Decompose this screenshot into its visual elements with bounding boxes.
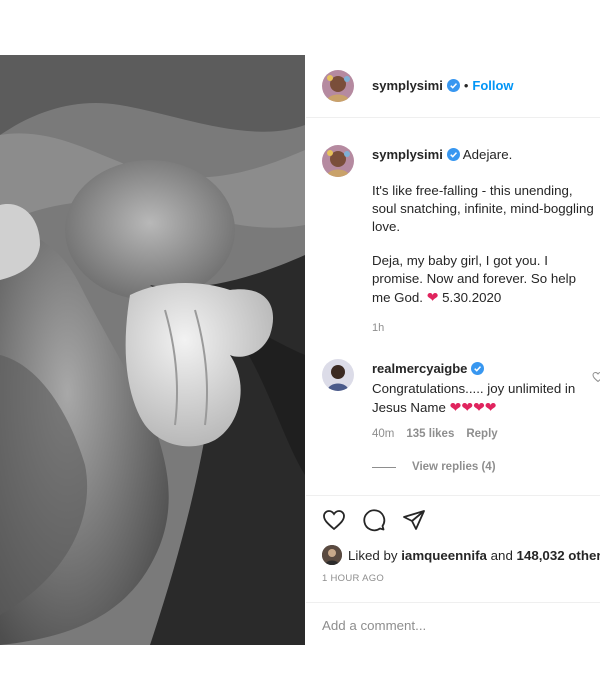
follow-button[interactable]: Follow bbox=[472, 78, 513, 93]
share-icon[interactable] bbox=[402, 508, 426, 537]
verified-badge-icon bbox=[471, 362, 485, 380]
caption-date: 5.30.2020 bbox=[442, 290, 502, 305]
view-replies[interactable]: View replies (4) bbox=[372, 461, 496, 473]
liker-avatar[interactable] bbox=[322, 545, 342, 565]
comment-meta: 40m 135 likes Reply bbox=[372, 428, 510, 440]
caption-paragraph-2: Deja, my baby girl, I got you. I promise… bbox=[372, 252, 596, 307]
red-heart-emoji: ❤ bbox=[426, 289, 439, 305]
comment-likes[interactable]: 135 likes bbox=[406, 428, 454, 440]
verified-badge-icon bbox=[446, 79, 460, 97]
caption-author-username[interactable]: symplysimi bbox=[372, 147, 443, 162]
reply-button[interactable]: Reply bbox=[466, 428, 497, 440]
caption: symplysimi Adejare. It's like free-falli… bbox=[372, 146, 596, 307]
comment-time[interactable]: 40m bbox=[372, 428, 394, 440]
commenter-avatar[interactable] bbox=[322, 359, 354, 391]
verified-badge-icon bbox=[446, 148, 460, 166]
post-actions: Liked by iamqueennifa and 148,032 others… bbox=[306, 495, 600, 645]
caption-title: Adejare. bbox=[462, 147, 513, 162]
replies-line bbox=[372, 466, 396, 468]
caption-paragraph-1: It's like free-falling - this unending, … bbox=[372, 183, 594, 234]
author-avatar[interactable] bbox=[322, 70, 354, 102]
liked-by: Liked by iamqueennifa and 148,032 others bbox=[322, 545, 600, 565]
liked-by-conj: and bbox=[490, 547, 513, 563]
comment: realmercyaigbe Congratulations..... joy … bbox=[372, 360, 582, 417]
add-comment-input[interactable] bbox=[322, 614, 572, 636]
add-comment-bar bbox=[306, 602, 600, 645]
heart-icon[interactable] bbox=[322, 508, 346, 537]
liked-by-prefix: Liked by bbox=[348, 547, 398, 563]
separator-dot: • bbox=[463, 78, 469, 93]
author-username[interactable]: symplysimi bbox=[372, 78, 443, 93]
post-header: symplysimi • Follow bbox=[306, 55, 600, 118]
view-replies-label[interactable]: View replies (4) bbox=[412, 461, 496, 473]
post-side-panel: symplysimi • Follow symplysimi Adejare. It… bbox=[306, 55, 600, 645]
caption-author-avatar[interactable] bbox=[322, 145, 354, 177]
action-icons bbox=[322, 508, 442, 537]
caption-time[interactable]: 1h bbox=[372, 322, 384, 334]
comment-icon[interactable] bbox=[362, 508, 386, 537]
comment-heart-icon[interactable] bbox=[592, 370, 600, 388]
liked-by-user[interactable]: iamqueennifa bbox=[401, 548, 487, 563]
liked-by-others[interactable]: 148,032 others bbox=[517, 548, 600, 563]
red-heart-emojis: ❤❤❤❤ bbox=[449, 399, 497, 415]
posted-ago[interactable]: 1 HOUR AGO bbox=[322, 573, 384, 584]
post-photo bbox=[0, 55, 305, 645]
commenter-username[interactable]: realmercyaigbe bbox=[372, 361, 467, 376]
